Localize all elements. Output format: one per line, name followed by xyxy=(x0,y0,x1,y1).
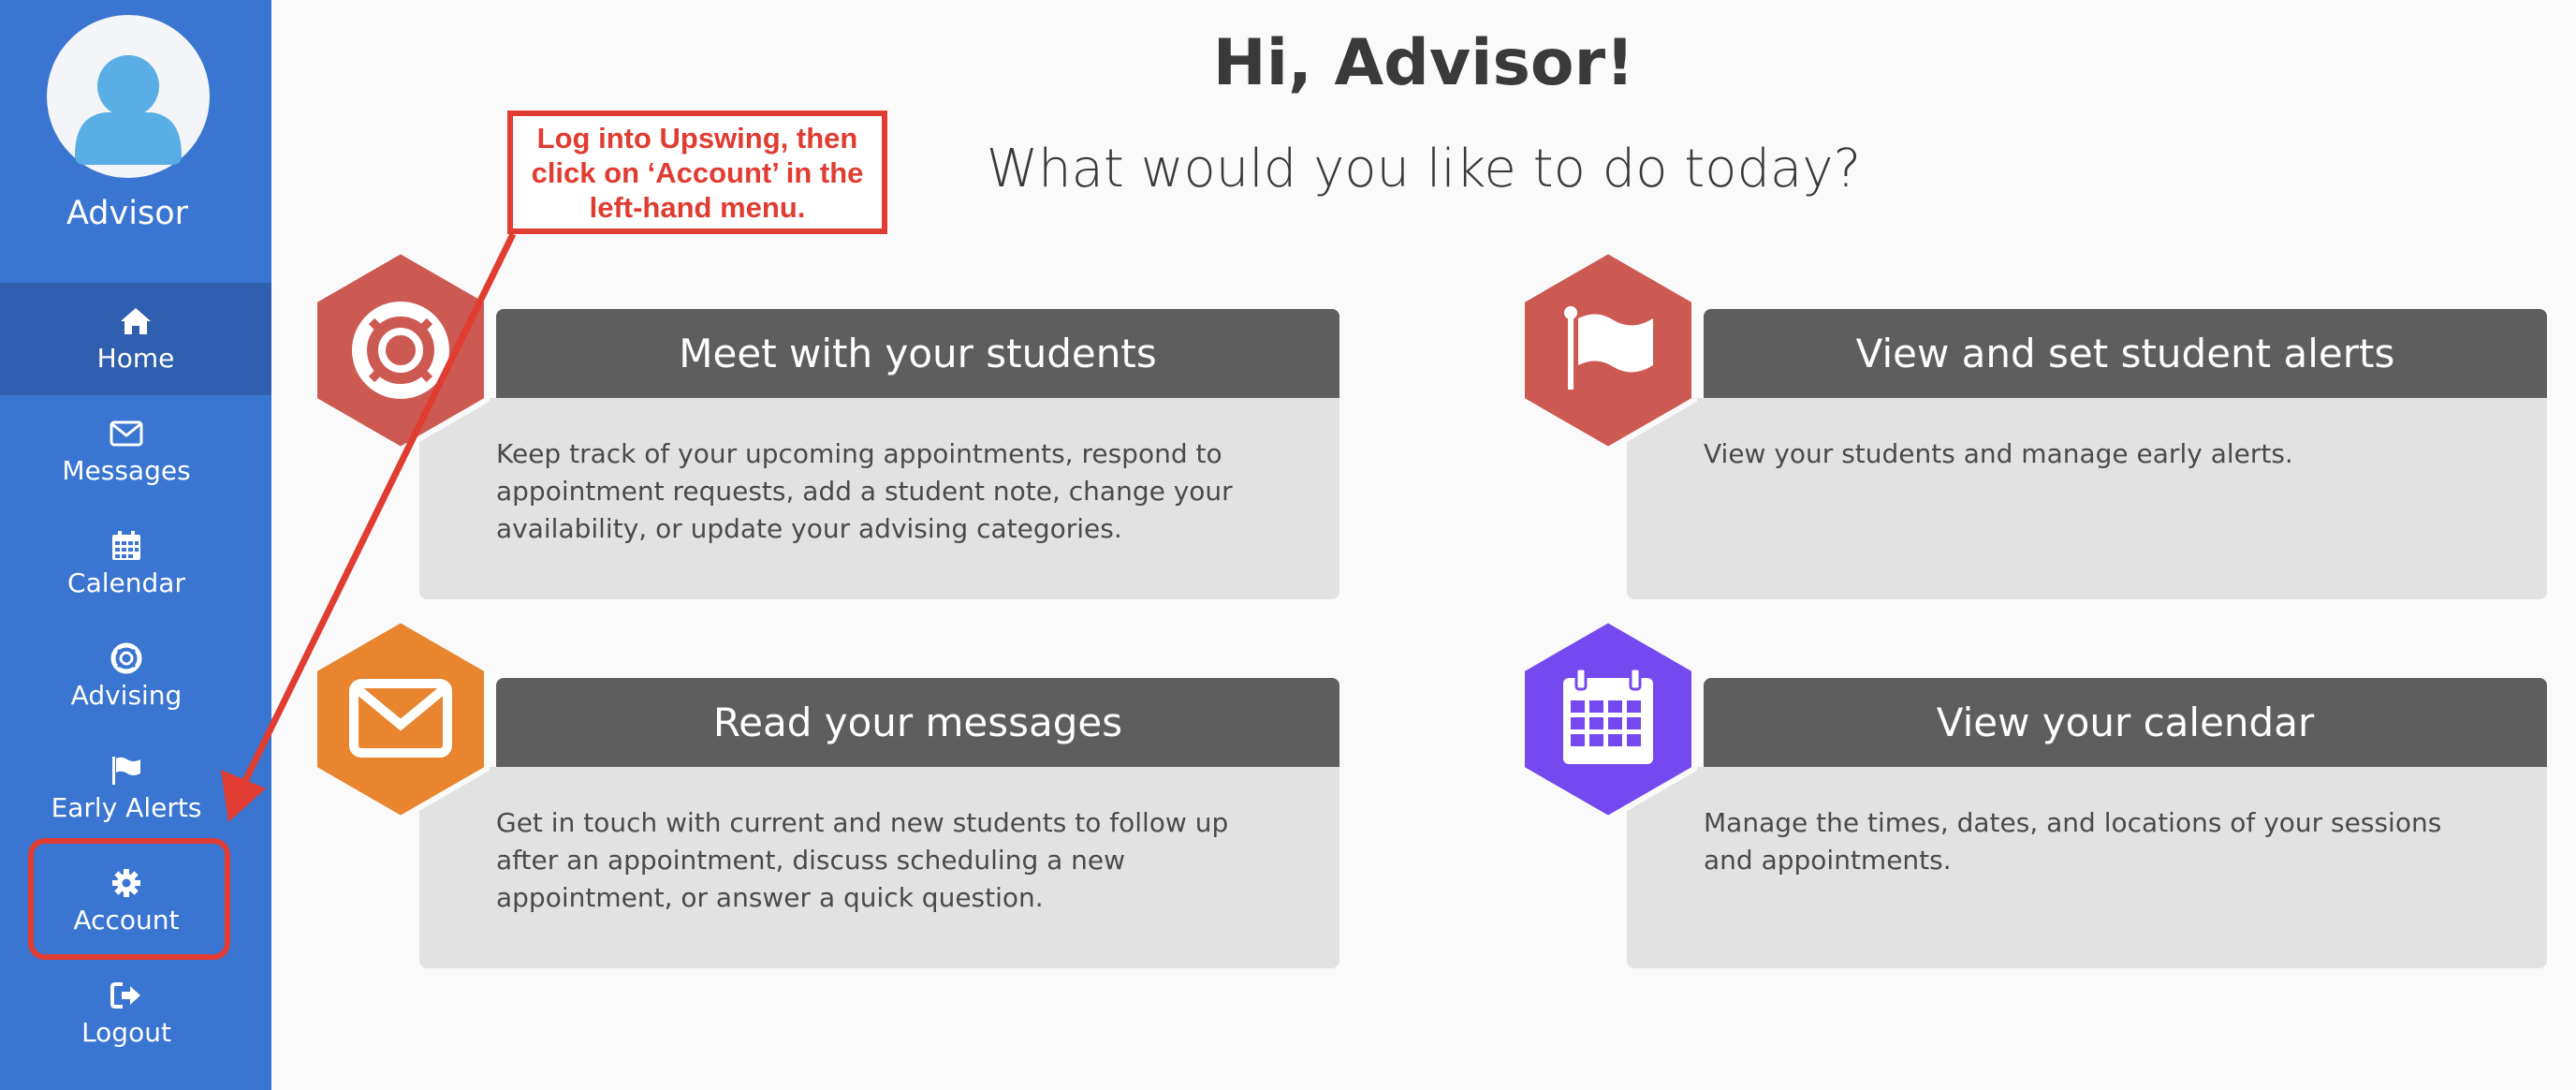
card-hexagon xyxy=(309,616,492,822)
sidebar-item-account[interactable]: Account xyxy=(0,845,262,957)
sidebar-item-advising[interactable]: Advising xyxy=(0,620,262,732)
card-meet-students[interactable]: Keep track of your upcoming appointments… xyxy=(312,247,1341,599)
card-read-messages[interactable]: Get in touch with current and new studen… xyxy=(312,616,1341,968)
card-hexagon xyxy=(1516,616,1700,822)
sidebar-item-label: Logout xyxy=(81,1016,171,1048)
gear-icon xyxy=(110,867,143,899)
envelope-icon xyxy=(110,418,143,449)
card-view-calendar[interactable]: Manage the times, dates, and locations o… xyxy=(1519,616,2549,968)
home-icon xyxy=(119,305,153,337)
calendar-icon xyxy=(1563,667,1653,764)
sidebar-item-label: Account xyxy=(73,904,180,935)
card-body: View your students and manage early aler… xyxy=(1627,398,2547,599)
sidebar-item-label: Calendar xyxy=(67,567,185,598)
card-body: Get in touch with current and new studen… xyxy=(419,767,1339,968)
card-hexagon xyxy=(1516,247,1700,453)
sidebar-item-messages[interactable]: Messages xyxy=(0,395,262,508)
sidebar: Advisor Home Messages Calendar Advising … xyxy=(0,0,271,1090)
card-title: Read your messages xyxy=(496,678,1339,767)
card-student-alerts[interactable]: View your students and manage early aler… xyxy=(1519,247,2549,599)
card-title: View and set student alerts xyxy=(1704,309,2547,398)
card-description: Manage the times, dates, and locations o… xyxy=(1704,807,2442,876)
card-description: Get in touch with current and new studen… xyxy=(496,807,1229,913)
card-description: View your students and manage early aler… xyxy=(1704,438,2293,469)
card-description: Keep track of your upcoming appointments… xyxy=(496,438,1233,544)
card-body: Manage the times, dates, and locations o… xyxy=(1627,767,2547,968)
card-hexagon xyxy=(309,247,492,453)
calendar-icon xyxy=(110,530,143,562)
sidebar-item-home[interactable]: Home xyxy=(0,283,271,395)
card-title: Meet with your students xyxy=(496,309,1339,398)
page: Advisor Home Messages Calendar Advising … xyxy=(0,0,2576,1090)
card-body: Keep track of your upcoming appointments… xyxy=(419,398,1339,599)
flag-icon xyxy=(110,755,143,787)
sidebar-item-label: Messages xyxy=(62,454,191,486)
page-title: Hi, Advisor! xyxy=(1212,26,1635,100)
annotation-callout-text: Log into Upswing, then click on ‘Account… xyxy=(531,121,864,224)
card-title: View your calendar xyxy=(1704,678,2547,767)
sidebar-item-early-alerts[interactable]: Early Alerts xyxy=(0,732,262,845)
profile-name: Advisor xyxy=(66,195,189,232)
sidebar-item-label: Early Alerts xyxy=(51,791,202,823)
lifebuoy-icon xyxy=(110,642,143,674)
sidebar-item-label: Home xyxy=(96,342,175,374)
sidebar-item-logout[interactable]: Logout xyxy=(0,957,262,1069)
annotation-callout: Log into Upswing, then click on ‘Account… xyxy=(507,110,887,234)
user-icon xyxy=(75,55,182,165)
avatar[interactable] xyxy=(47,15,210,178)
sidebar-item-label: Advising xyxy=(70,679,183,711)
logout-icon xyxy=(110,980,143,1011)
sidebar-item-calendar[interactable]: Calendar xyxy=(0,508,262,620)
